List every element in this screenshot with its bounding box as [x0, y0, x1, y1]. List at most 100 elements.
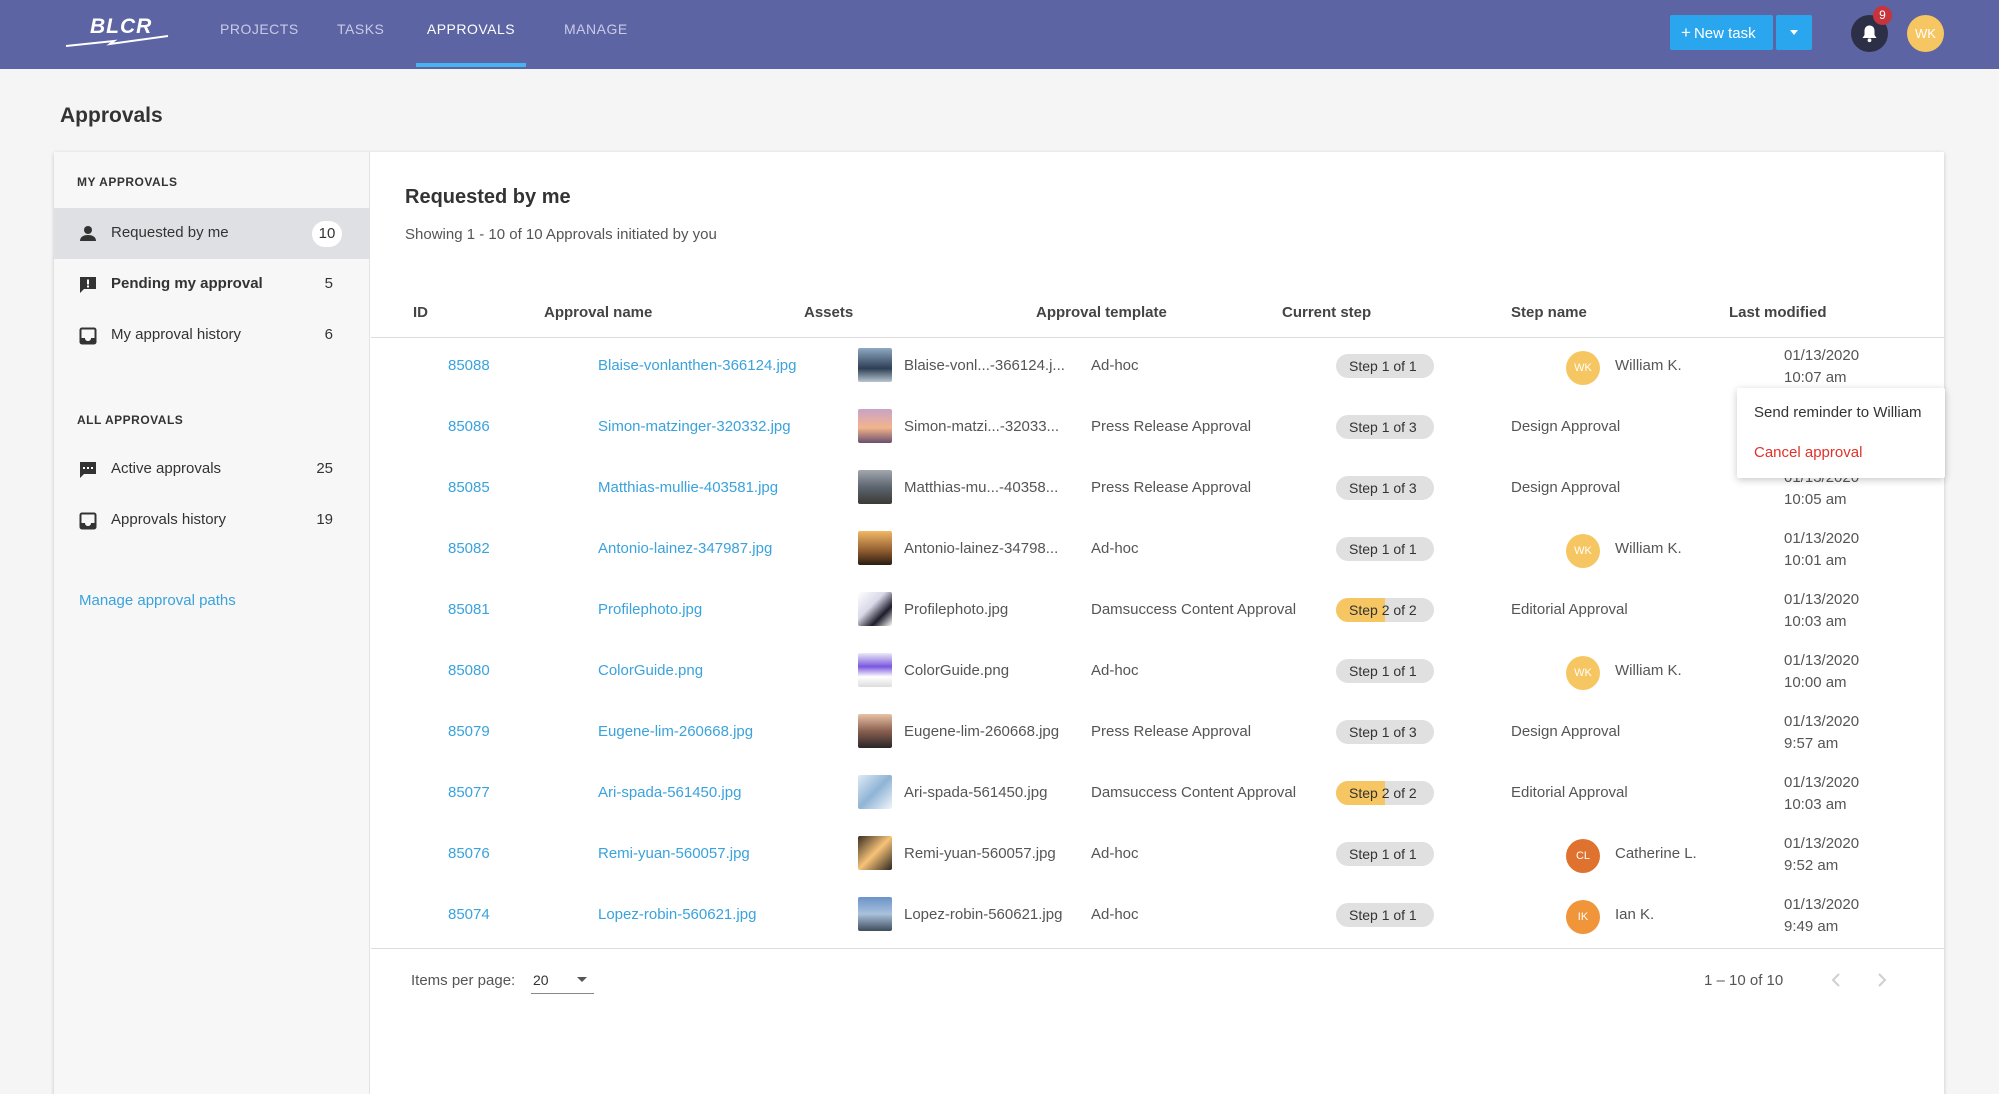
new-task-dropdown-button[interactable]	[1776, 15, 1812, 50]
asset-name: Blaise-vonl...-366124.j...	[904, 357, 1065, 374]
asset-thumbnail[interactable]	[858, 470, 892, 504]
column-header-assets[interactable]: Assets	[804, 304, 853, 321]
sidebar-item-count: 25	[316, 460, 333, 477]
table-row[interactable]: 85080 ColorGuide.png ColorGuide.png Ad-hoc S…	[371, 643, 1944, 704]
last-modified-date: 01/13/2020	[1784, 591, 1860, 608]
asset-thumbnail[interactable]	[858, 531, 892, 565]
approval-id-link[interactable]: 85085	[448, 479, 490, 496]
last-modified: 01/13/2020 10:03 am	[1784, 589, 1859, 633]
last-modified-date: 01/13/2020	[1784, 530, 1860, 547]
current-step-badge: Step 1 of 3	[1336, 720, 1434, 744]
asset-thumbnail[interactable]	[858, 348, 892, 382]
sidebar-item-count: 5	[324, 275, 333, 292]
user-avatar[interactable]: WK	[1907, 15, 1944, 52]
table-row[interactable]: 85074 Lopez-robin-560621.jpg Lopez-robin-5…	[371, 887, 1944, 948]
items-per-page-label: Items per page:	[411, 972, 516, 989]
sidebar-item-active-approvals[interactable]: Active approvals 25	[54, 444, 370, 495]
last-modified-time: 10:05 am	[1784, 491, 1847, 508]
sidebar-item-my-approval-history[interactable]: My approval history 6	[54, 310, 370, 361]
bell-icon	[1862, 25, 1877, 43]
last-modified: 01/13/2020 9:49 am	[1784, 894, 1859, 938]
approval-name-link[interactable]: Eugene-lim-260668.jpg	[598, 723, 753, 740]
approval-name-link[interactable]: Simon-matzinger-320332.jpg	[598, 418, 791, 435]
table-row[interactable]: 85086 Simon-matzinger-320332.jpg Simon-mat…	[371, 399, 1944, 460]
asset-thumbnail[interactable]	[858, 836, 892, 870]
approval-name-link[interactable]: ColorGuide.png	[598, 662, 703, 679]
sidebar-item-count: 19	[316, 511, 333, 528]
chat-icon	[80, 462, 96, 478]
previous-page-button[interactable]	[1825, 968, 1849, 992]
table-row[interactable]: 85077 Ari-spada-561450.jpg Ari-spada-56145…	[371, 765, 1944, 826]
approval-id-link[interactable]: 85079	[448, 723, 490, 740]
approval-name-link[interactable]: Lopez-robin-560621.jpg	[598, 906, 756, 923]
items-per-page-select[interactable]: 20	[531, 964, 594, 994]
chevron-down-icon	[1790, 30, 1798, 35]
approval-template: Press Release Approval	[1091, 479, 1252, 496]
asset-thumbnail[interactable]	[858, 592, 892, 626]
table-row[interactable]: 85076 Remi-yuan-560057.jpg Remi-yuan-56005…	[371, 826, 1944, 887]
asset-thumbnail[interactable]	[858, 775, 892, 809]
step-name: William K.	[1615, 540, 1682, 557]
column-header-approval-name[interactable]: Approval name	[544, 304, 652, 321]
send-reminder-menu-item[interactable]: Send reminder to William	[1737, 393, 1945, 433]
column-header-current-step[interactable]: Current step	[1282, 304, 1371, 321]
sidebar-item-count: 10	[312, 221, 342, 247]
last-modified-time: 9:49 am	[1784, 918, 1839, 935]
table-row[interactable]: 85079 Eugene-lim-260668.jpg Eugene-lim-260…	[371, 704, 1944, 765]
approval-id-link[interactable]: 85081	[448, 601, 490, 618]
approval-name-link[interactable]: Blaise-vonlanthen-366124.jpg	[598, 357, 796, 374]
approval-name-link[interactable]: Matthias-mullie-403581.jpg	[598, 479, 778, 496]
table-row[interactable]: 85088 Blaise-vonlanthen-366124.jpg Blaise-…	[371, 338, 1944, 399]
column-header-id[interactable]: ID	[413, 304, 428, 321]
nav-approvals[interactable]: APPROVALS	[416, 0, 526, 69]
section-title: Requested by me	[405, 186, 571, 208]
asset-name: Ari-spada-561450.jpg	[904, 784, 1048, 801]
asset-thumbnail[interactable]	[858, 897, 892, 931]
last-modified-date: 01/13/2020	[1784, 774, 1860, 791]
sidebar-item-label: Pending my approval	[111, 275, 263, 292]
page-title: Approvals	[60, 104, 163, 127]
manage-approval-paths-link[interactable]: Manage approval paths	[79, 592, 236, 609]
approval-template: Press Release Approval	[1091, 723, 1252, 740]
last-modified-time: 9:52 am	[1784, 857, 1839, 874]
column-header-approval-template[interactable]: Approval template	[1036, 304, 1167, 321]
approval-name-link[interactable]: Antonio-lainez-347987.jpg	[598, 540, 772, 557]
brand-logo[interactable]: BLCR	[64, 12, 174, 52]
new-task-button[interactable]: + New task	[1670, 15, 1773, 50]
sidebar-item-requested-by-me[interactable]: Requested by me 10	[54, 208, 370, 259]
approval-id-link[interactable]: 85077	[448, 784, 490, 801]
column-header-step-name[interactable]: Step name	[1511, 304, 1587, 321]
approval-name-link[interactable]: Profilephoto.jpg	[598, 601, 702, 618]
asset-thumbnail[interactable]	[858, 653, 892, 687]
approval-id-link[interactable]: 85086	[448, 418, 490, 435]
current-step-badge: Step 1 of 1	[1336, 354, 1434, 378]
sidebar-item-approvals-history[interactable]: Approvals history 19	[54, 495, 370, 546]
approval-template: Ad-hoc	[1091, 906, 1139, 923]
approval-id-link[interactable]: 85088	[448, 357, 490, 374]
approval-id-link[interactable]: 85074	[448, 906, 490, 923]
assignee-avatar: WK	[1566, 534, 1600, 568]
sidebar-item-pending-my-approval[interactable]: Pending my approval 5	[54, 259, 370, 310]
last-modified-time: 10:01 am	[1784, 552, 1847, 569]
approval-id-link[interactable]: 85080	[448, 662, 490, 679]
asset-thumbnail[interactable]	[858, 409, 892, 443]
sidebar-item-count: 6	[324, 326, 333, 343]
asset-thumbnail[interactable]	[858, 714, 892, 748]
current-step-label: Step 1 of 1	[1349, 663, 1417, 679]
nav-manage[interactable]: MANAGE	[564, 0, 627, 69]
approval-id-link[interactable]: 85082	[448, 540, 490, 557]
row-actions-menu: Send reminder to William Cancel approval	[1737, 388, 1945, 478]
nav-projects[interactable]: PROJECTS	[220, 0, 298, 69]
table-row[interactable]: 85081 Profilephoto.jpg Profilephoto.jpg Dam…	[371, 582, 1944, 643]
step-name: Editorial Approval	[1511, 784, 1628, 801]
table-row[interactable]: 85082 Antonio-lainez-347987.jpg Antonio-la…	[371, 521, 1944, 582]
approval-id-link[interactable]: 85076	[448, 845, 490, 862]
next-page-button[interactable]	[1869, 968, 1893, 992]
table-row[interactable]: 85085 Matthias-mullie-403581.jpg Matthias-…	[371, 460, 1944, 521]
approval-name-link[interactable]: Remi-yuan-560057.jpg	[598, 845, 750, 862]
nav-tasks[interactable]: TASKS	[337, 0, 384, 69]
cancel-approval-menu-item[interactable]: Cancel approval	[1737, 433, 1945, 473]
approval-template: Damsuccess Content Approval	[1091, 601, 1297, 618]
approval-name-link[interactable]: Ari-spada-561450.jpg	[598, 784, 741, 801]
column-header-last-modified[interactable]: Last modified	[1729, 304, 1827, 321]
